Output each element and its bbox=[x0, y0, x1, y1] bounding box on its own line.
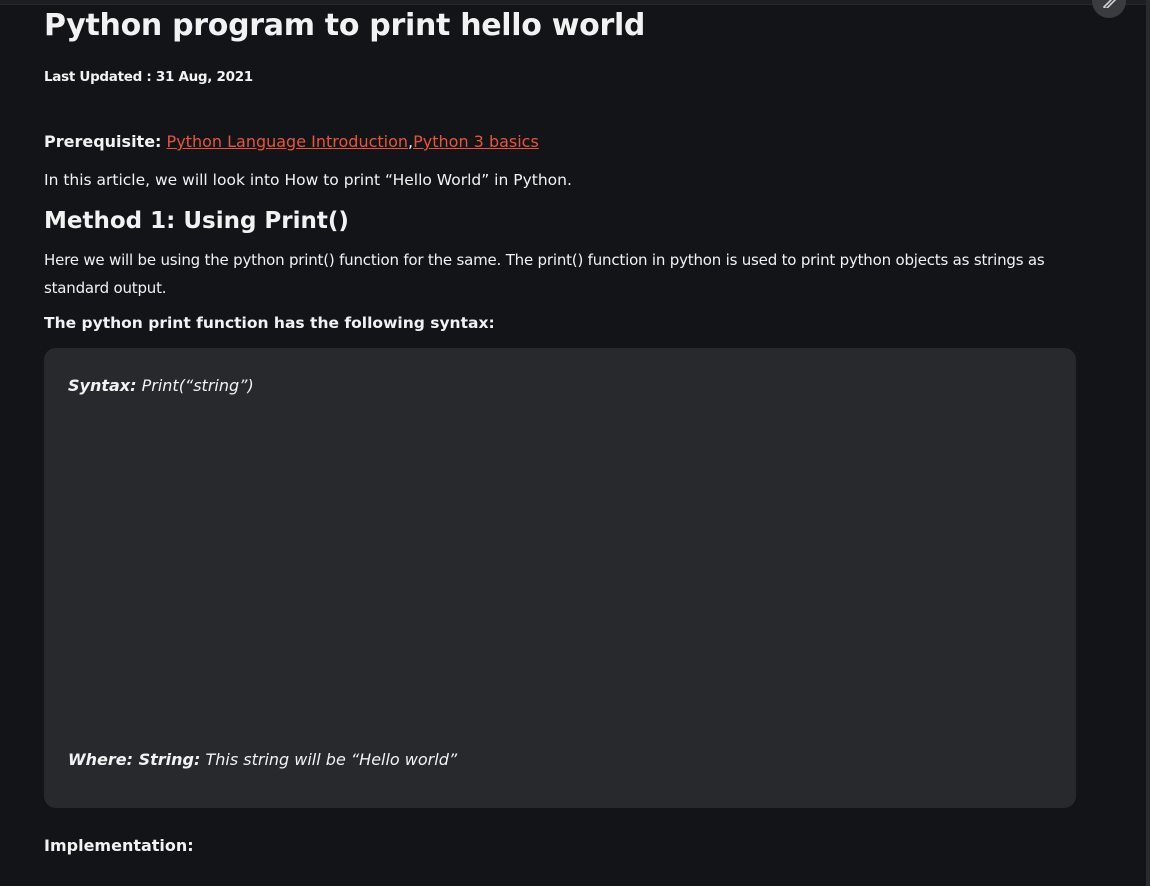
method-paragraph: Here we will be using the python print()… bbox=[44, 251, 1045, 297]
edit-button[interactable] bbox=[1092, 0, 1126, 18]
link-python-3-basics[interactable]: Python 3 basics bbox=[413, 132, 539, 151]
prerequisite-label: Prerequisite: bbox=[44, 132, 162, 151]
syntax-box: Syntax: Print(“string”) Where: String: T… bbox=[44, 348, 1076, 808]
last-updated: Last Updated : 31 Aug, 2021 bbox=[44, 69, 253, 85]
top-bar bbox=[0, 0, 1150, 5]
method-heading: Method 1: Using Print() bbox=[44, 208, 349, 234]
where-value: This string will be “Hello world” bbox=[200, 750, 458, 769]
syntax-lead: The python print function has the follow… bbox=[44, 314, 495, 332]
syntax-line: Syntax: Print(“string”) bbox=[68, 376, 254, 395]
pencil-icon bbox=[1101, 0, 1117, 12]
implementation-heading: Implementation: bbox=[44, 836, 194, 855]
link-python-language-introduction[interactable]: Python Language Introduction bbox=[167, 132, 408, 151]
prerequisite-line: Prerequisite: Python Language Introducti… bbox=[44, 132, 539, 151]
where-label: Where: String: bbox=[68, 750, 201, 769]
syntax-value: Print(“string”) bbox=[136, 376, 254, 395]
article-title: Python program to print hello world bbox=[44, 8, 646, 43]
syntax-label: Syntax: bbox=[68, 376, 137, 395]
scrollbar[interactable] bbox=[1146, 0, 1150, 886]
where-line: Where: String: This string will be “Hell… bbox=[68, 750, 457, 769]
intro-text: In this article, we will look into How t… bbox=[44, 171, 572, 189]
